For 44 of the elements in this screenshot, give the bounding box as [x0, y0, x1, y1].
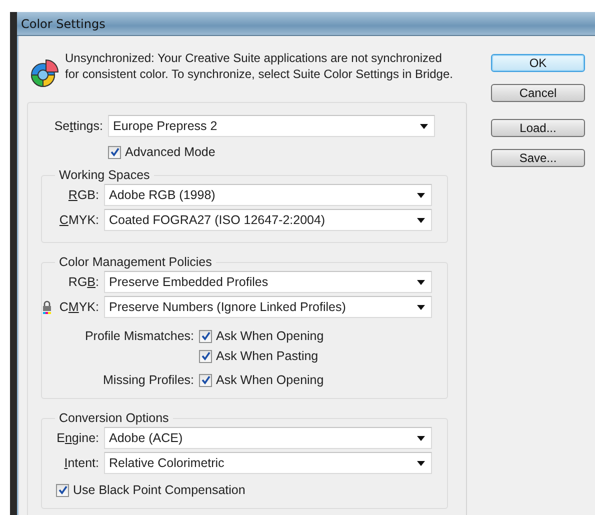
caret-icon [417, 460, 425, 466]
checkbox[interactable] [199, 330, 212, 342]
field-label: Settings: [53, 119, 104, 133]
dropdown[interactable]: Adobe RGB (1998) [104, 184, 432, 206]
sync-message: Unsynchronized: Your Creative Suite applications are not synchronized for consistent color. To synchronize, select Suite Color Settings in Bridge. [65, 50, 453, 82]
dropdown[interactable]: Relative Colorimetric [104, 452, 432, 474]
checkbox-label: Ask When Opening [216, 373, 324, 387]
field-label: Engine: [56, 431, 100, 445]
dropdown[interactable]: Coated FOGRA27 (ISO 12647-2:2004) [104, 209, 432, 231]
field-label: Missing Profiles: [102, 372, 195, 389]
dropdown[interactable]: Adobe (ACE) [104, 427, 432, 449]
color-wheel-icon [30, 58, 60, 88]
caret-icon [417, 304, 425, 310]
checkbox[interactable] [199, 350, 212, 362]
caret-icon [417, 436, 425, 440]
field-label: CMYK: [58, 300, 100, 314]
checkbox-label: Ask When Opening [216, 329, 324, 343]
lock-icon [42, 300, 52, 314]
window-title: Color Settings [21, 16, 106, 30]
group-title: Working Spaces [58, 168, 151, 182]
checkbox[interactable] [56, 484, 69, 496]
group-title: Conversion Options [58, 411, 170, 425]
dropdown[interactable]: Preserve Numbers (Ignore Linked Profiles) [104, 296, 432, 318]
checkbox[interactable] [108, 146, 121, 158]
checkbox[interactable] [199, 374, 212, 386]
caret-icon [417, 280, 425, 284]
caret-icon [417, 218, 425, 222]
dropdown[interactable]: Europe Prepress 2 [108, 115, 435, 137]
checkbox-label: Ask When Pasting [216, 349, 318, 363]
field-label: Profile Mismatches: [84, 328, 195, 345]
checkbox-label: Use Black Point Compensation [73, 483, 246, 497]
field-label: CMYK: [58, 213, 100, 227]
dialog-button[interactable]: Save... [491, 149, 585, 167]
group-title: Color Management Policies [58, 255, 213, 269]
caret-icon [420, 124, 428, 128]
caret-icon [417, 192, 425, 198]
field-label: RGB: [67, 275, 100, 289]
dialog-button[interactable]: Cancel [491, 84, 585, 102]
field-label: RGB: [67, 188, 100, 202]
dropdown[interactable]: Preserve Embedded Profiles [104, 271, 432, 293]
dialog-button[interactable]: Load... [491, 119, 585, 137]
dialog-button[interactable]: OK [491, 54, 585, 72]
field-label: Intent: [63, 456, 100, 470]
checkbox-label: Advanced Mode [125, 145, 216, 159]
